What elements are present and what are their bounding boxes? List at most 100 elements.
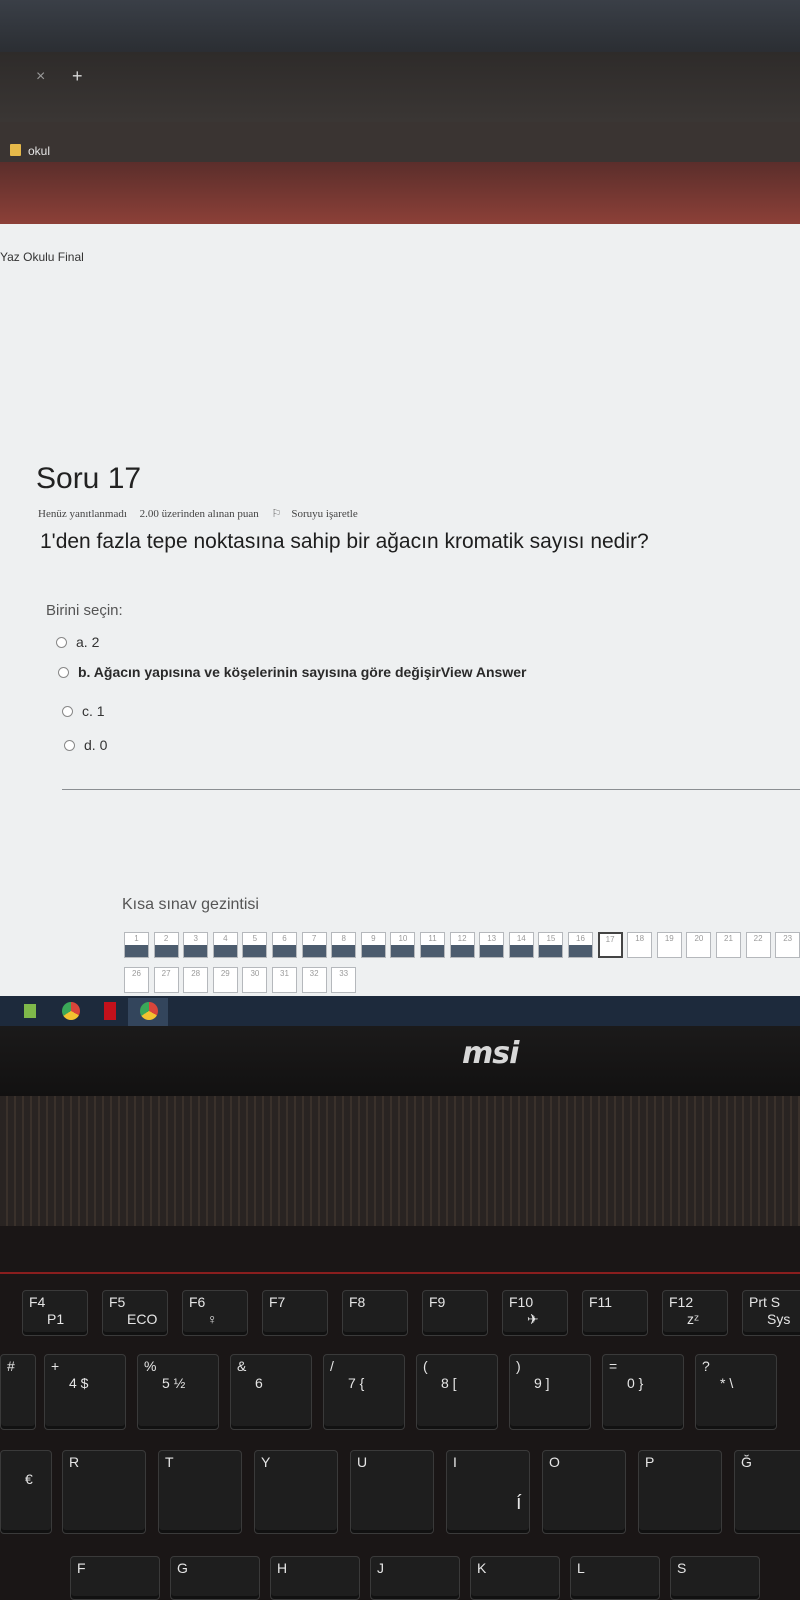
keyboard-key[interactable]: +4 $ [44, 1354, 126, 1430]
keyboard-key[interactable]: / 7 { [323, 1354, 405, 1430]
keyboard-key[interactable]: S [670, 1556, 760, 1600]
quiz-nav-button[interactable]: 11 [420, 932, 445, 958]
key-label: = [609, 1358, 618, 1374]
quiz-nav-button[interactable]: 19 [656, 932, 682, 958]
key-label: % [144, 1358, 157, 1374]
keyboard-key[interactable]: = 0 } [602, 1354, 684, 1430]
radio-d[interactable] [64, 739, 75, 751]
quiz-nav-button[interactable]: 20 [686, 932, 712, 958]
keyboard-key[interactable]: R [62, 1450, 146, 1534]
question-title: Soru 17 [36, 462, 142, 495]
quiz-nav-button[interactable]: 27 [153, 967, 179, 993]
new-tab-button[interactable]: + [72, 66, 83, 87]
quiz-nav-button[interactable]: 33 [331, 967, 357, 993]
quiz-nav-button[interactable]: 17 [597, 932, 623, 958]
quiz-nav-button[interactable]: 8 [331, 932, 357, 958]
quiz-nav-button[interactable]: 23 [775, 932, 800, 958]
keyboard-key[interactable]: & 6 [230, 1354, 312, 1430]
key-label: J [377, 1560, 384, 1576]
keyboard-key[interactable]: F4 P1 [22, 1290, 88, 1336]
option-d[interactable]: d. 0 [64, 737, 107, 753]
keyboard-key[interactable]: % 5 ½ [137, 1354, 219, 1430]
quiz-nav-button[interactable]: 21 [716, 932, 741, 958]
quiz-nav-button[interactable]: 3 [183, 932, 209, 958]
keyboard-key[interactable]: F9 [422, 1290, 488, 1336]
option-a-label: a. 2 [76, 634, 100, 650]
key-label: ) [516, 1358, 521, 1374]
keyboard-key[interactable]: H [270, 1556, 360, 1600]
quiz-nav-button[interactable]: 28 [183, 967, 209, 993]
quiz-nav-button[interactable]: 2 [153, 932, 179, 958]
keyboard-key[interactable]: F [70, 1556, 160, 1600]
keyboard-key[interactable]: Ğ [734, 1450, 800, 1534]
keyboard-key[interactable]: F8 [342, 1290, 408, 1336]
key-label: K [477, 1560, 487, 1576]
quiz-nav-button[interactable]: 12 [449, 932, 475, 958]
keyboard-key[interactable]: G [170, 1556, 260, 1600]
radio-c[interactable] [62, 705, 73, 717]
option-c-label: c. 1 [82, 703, 105, 719]
quiz-nav-button[interactable]: 4 [212, 932, 238, 958]
key-label: F12 [669, 1294, 694, 1310]
keyboard-key[interactable]: F5 ECO [102, 1290, 168, 1336]
question-meta: Henüz yanıtlanmadı 2.00 üzerinden alınan… [38, 507, 378, 520]
keyboard-key[interactable]: F12 zᶻ [662, 1290, 728, 1336]
key-label: G [177, 1560, 188, 1576]
keyboard-key[interactable]: U [350, 1450, 434, 1534]
quiz-nav-button[interactable]: 1 [124, 932, 149, 958]
key-label: I [453, 1454, 457, 1470]
quiz-nav-button[interactable]: 30 [242, 967, 268, 993]
keyboard-key[interactable]: F6 ♀ [182, 1290, 248, 1336]
keyboard-key[interactable]: P [638, 1450, 722, 1534]
keyboard-key[interactable]: ? * \ [695, 1354, 777, 1430]
quiz-nav-button[interactable]: 31 [272, 967, 297, 993]
netflix-icon[interactable] [104, 1002, 116, 1020]
chrome-icon[interactable] [140, 1002, 158, 1020]
quiz-nav-button[interactable]: 15 [538, 932, 564, 958]
quiz-nav-button[interactable]: 9 [360, 932, 386, 958]
option-b[interactable]: b. Ağacın yapısına ve köşelerinin sayısı… [58, 664, 526, 680]
keyboard-key[interactable]: Prt S Sys [742, 1290, 800, 1336]
option-b-label: b. Ağacın yapısına ve köşelerinin sayısı… [78, 664, 527, 680]
bookmark-okul[interactable]: okul [28, 144, 50, 158]
radio-b[interactable] [58, 666, 69, 678]
quiz-nav-button[interactable]: 22 [745, 932, 771, 958]
flag-question-label: Soruyu işaretle [291, 508, 358, 520]
question-status: Henüz yanıtlanmadı [38, 508, 127, 520]
quiz-nav-button[interactable]: 5 [242, 932, 268, 958]
key-label: H [277, 1560, 288, 1576]
keyboard-key[interactable]: K [470, 1556, 560, 1600]
keyboard-key[interactable]: O [542, 1450, 626, 1534]
quiz-nav-button[interactable]: 26 [124, 967, 149, 993]
quiz-nav-button[interactable]: 13 [479, 932, 505, 958]
quiz-nav-button[interactable]: 18 [627, 932, 653, 958]
quiz-nav-button[interactable]: 14 [508, 932, 534, 958]
keyboard-key[interactable]: L [570, 1556, 660, 1600]
quiz-nav-button[interactable]: 32 [301, 967, 327, 993]
quiz-nav-button[interactable]: 7 [301, 932, 327, 958]
keyboard-key[interactable]: T [158, 1450, 242, 1534]
flag-question-button[interactable]: ⚐ Soruyu işaretle [272, 508, 368, 520]
chrome-icon[interactable] [62, 1002, 80, 1020]
key-sublabel: ECO [127, 1311, 158, 1327]
keyboard-key[interactable]: € [0, 1450, 52, 1534]
quiz-nav-button[interactable]: 16 [568, 932, 593, 958]
option-c[interactable]: c. 1 [62, 703, 105, 719]
breadcrumb-course[interactable]: Yaz Okulu Final [0, 250, 84, 264]
keyboard-key[interactable]: Y [254, 1450, 338, 1534]
tab-close-icon[interactable]: × [36, 68, 45, 86]
keyboard-key[interactable]: J [370, 1556, 460, 1600]
quiz-nav-button[interactable]: 10 [390, 932, 416, 958]
keyboard-key[interactable]: ) 9 ] [509, 1354, 591, 1430]
keyboard-key[interactable]: (8 [ [416, 1354, 498, 1430]
quiz-nav-button[interactable]: 6 [272, 932, 297, 958]
key-sublabel: € [25, 1471, 33, 1487]
option-a[interactable]: a. 2 [56, 634, 99, 650]
keyboard-key[interactable]: # [0, 1354, 36, 1430]
keyboard-key[interactable]: F7 [262, 1290, 328, 1336]
radio-a[interactable] [56, 636, 67, 648]
app-icon[interactable] [24, 1004, 36, 1018]
keyboard-key[interactable]: F10 ✈ [502, 1290, 568, 1336]
quiz-nav-button[interactable]: 29 [212, 967, 238, 993]
keyboard-key[interactable]: F11 [582, 1290, 648, 1336]
